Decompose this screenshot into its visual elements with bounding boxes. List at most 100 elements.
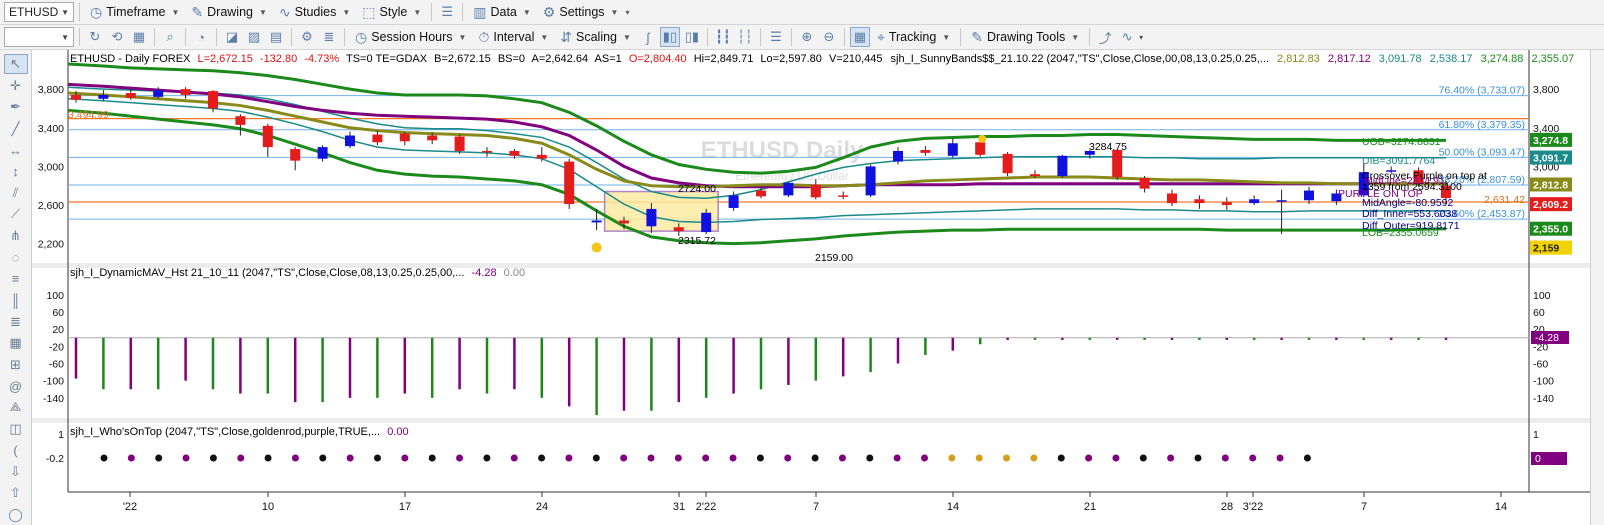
chart-icon[interactable]: ◪ bbox=[222, 27, 242, 47]
histogram-right-tick: -60 bbox=[1533, 359, 1548, 371]
volume-profile-icon[interactable]: ┇┇ bbox=[713, 27, 733, 47]
histogram-right-tick: -100 bbox=[1533, 376, 1554, 388]
horizontal-line-icon[interactable]: ↔ bbox=[4, 140, 28, 160]
bar-type-icon[interactable]: ┆┆ bbox=[735, 27, 755, 47]
session-hours-button[interactable]: ◷ Session Hours ▼ bbox=[350, 26, 471, 48]
pane-splitter[interactable] bbox=[32, 418, 1590, 423]
candle-body bbox=[262, 125, 273, 148]
gann-icon[interactable]: ⊞ bbox=[4, 354, 28, 374]
candle-body bbox=[701, 212, 712, 233]
box-icon[interactable]: ◫ bbox=[4, 419, 28, 439]
refresh-icon[interactable]: ↻ bbox=[85, 27, 105, 47]
candle-body bbox=[893, 150, 903, 162]
table-icon[interactable]: ▤ bbox=[266, 27, 286, 47]
list-icon[interactable]: ≣ bbox=[319, 27, 339, 47]
symbol-label: ETHUSD - Daily FOREX bbox=[70, 53, 191, 65]
tracking-button[interactable]: ⌖ Tracking ▼ bbox=[872, 26, 955, 48]
right-scroll-strip[interactable] bbox=[1590, 50, 1604, 525]
toolbar-overflow-icon[interactable]: ▾ bbox=[625, 8, 629, 17]
fib-extension-icon[interactable]: ≣ bbox=[4, 311, 28, 331]
vertical-bars-icon[interactable]: ║ bbox=[4, 290, 28, 310]
cycle-icon[interactable]: ⟲ bbox=[107, 27, 127, 47]
percent-change: -4.73% bbox=[304, 53, 339, 65]
main-toolbar: ETHUSD ▼ ◷ Timeframe ▼ ✎ Drawing ▼ ∿ Studies ▼ … bbox=[0, 0, 1604, 25]
cycle-icon[interactable]: ◌ bbox=[4, 247, 28, 267]
crosshair-grid-icon[interactable]: ▦ bbox=[849, 27, 870, 47]
ray-icon[interactable]: ⟋ bbox=[4, 204, 28, 224]
properties-icon[interactable]: ⚙ bbox=[297, 27, 317, 47]
interval-combo[interactable]: ▼ bbox=[4, 27, 74, 47]
pitchfork-icon[interactable]: ⋔ bbox=[4, 226, 28, 246]
date-tick-label: 14 bbox=[1495, 501, 1507, 513]
grid-icon[interactable]: ▦ bbox=[4, 333, 28, 353]
vertical-line-icon[interactable]: ↕ bbox=[4, 161, 28, 181]
layout-icon[interactable]: ☰ bbox=[766, 27, 786, 47]
candlestick-icon[interactable]: ▮▯ bbox=[659, 27, 680, 47]
spiral-icon[interactable]: @ bbox=[4, 376, 28, 396]
grid-icon[interactable]: ▦ bbox=[129, 27, 149, 47]
symbol-combo[interactable]: ETHUSD ▼ bbox=[4, 2, 74, 22]
crosshair-icon[interactable]: ✛ bbox=[4, 75, 28, 95]
indicator-icon[interactable]: ∿ bbox=[1117, 27, 1137, 47]
date-tick-label: 7 bbox=[813, 501, 819, 513]
fan-icon[interactable]: ⟁ bbox=[4, 397, 28, 417]
pencil-icon: ✎ bbox=[191, 3, 204, 20]
candle-body bbox=[838, 195, 849, 197]
metronome-icon: ⏱ bbox=[478, 28, 490, 45]
layout-icon[interactable]: ☰ bbox=[437, 2, 457, 22]
date-tick-label: 28 bbox=[1221, 501, 1233, 513]
toolbar-separator bbox=[462, 3, 464, 21]
up-arrow-icon[interactable]: ⇧ bbox=[4, 483, 28, 503]
wrench-icon[interactable]: ✒ bbox=[4, 97, 28, 117]
price-tag-text: 3,091.7 bbox=[1533, 153, 1568, 165]
image-icon[interactable]: ▨ bbox=[244, 27, 264, 47]
symbol-lookup-icon[interactable]: ⌕ bbox=[160, 27, 180, 47]
whos-on-top-dot bbox=[1167, 454, 1175, 462]
date-tick-label: 17 bbox=[399, 501, 411, 513]
whos-on-top-dot bbox=[592, 454, 600, 462]
channel-icon[interactable]: ⫽ bbox=[4, 183, 28, 203]
zoom-in-icon[interactable]: ⊕ bbox=[797, 27, 817, 47]
zoom-out-icon[interactable]: ⊖ bbox=[819, 27, 839, 47]
bar-chart-icon: ▥ bbox=[473, 3, 487, 20]
price-tag-text: 3,274.8 bbox=[1533, 135, 1568, 147]
studies-button[interactable]: ∿ Studies ▼ bbox=[274, 1, 355, 23]
settings-button[interactable]: ⚙ Settings ▼ bbox=[538, 1, 624, 23]
candle-body bbox=[1276, 200, 1287, 202]
toolbar-separator bbox=[154, 28, 155, 46]
speedometer-icon[interactable]: ◔ bbox=[191, 27, 211, 47]
add-chart-icon[interactable]: ⤴ bbox=[1095, 27, 1115, 47]
style-button[interactable]: ⬚ Style ▼ bbox=[357, 1, 426, 23]
scaling-button[interactable]: ⇵ Scaling ▼ bbox=[555, 26, 636, 48]
price-chart[interactable]: ETHUSD Daily Ethereum / US Dollar 76.40%… bbox=[32, 50, 1590, 525]
timeframe-button[interactable]: ◷ Timeframe ▼ bbox=[85, 1, 184, 23]
line-chart-icon[interactable]: ∫ bbox=[638, 27, 658, 47]
down-arrow-icon[interactable]: ⇩ bbox=[4, 462, 28, 482]
hollow-candle-icon[interactable]: ▯▮ bbox=[682, 27, 702, 47]
chevron-down-icon: ▼ bbox=[61, 7, 69, 17]
drawing-button[interactable]: ✎ Drawing ▼ bbox=[186, 1, 272, 23]
arc-icon[interactable]: ( bbox=[4, 440, 28, 460]
trendline-icon[interactable]: ╱ bbox=[4, 118, 28, 138]
fibonacci-icon[interactable]: ≡ bbox=[4, 269, 28, 289]
candle-body bbox=[1194, 199, 1205, 204]
cursor-icon[interactable]: ↖ bbox=[3, 54, 28, 75]
toolbar-separator bbox=[185, 28, 186, 46]
chevron-down-icon: ▼ bbox=[610, 7, 619, 17]
drawing-tools-button[interactable]: ✎ Drawing Tools ▼ bbox=[966, 26, 1084, 48]
candle-body bbox=[153, 90, 164, 97]
interval-button[interactable]: ⏱ Interval ▼ bbox=[473, 26, 553, 48]
toolbar-overflow-icon[interactable]: ▾ bbox=[1139, 33, 1143, 42]
study-value-purple: 2,817.12 bbox=[1328, 53, 1371, 65]
ask-label: A=2,642.64 bbox=[532, 53, 589, 65]
price-tag-text: 2,355.0 bbox=[1533, 224, 1568, 236]
date-tick-label: 7 bbox=[1361, 501, 1367, 513]
left-price-tick: 3,400 bbox=[38, 123, 64, 135]
toolbar-separator bbox=[759, 28, 761, 46]
candle-body bbox=[317, 147, 328, 159]
left-price-tick: 3,000 bbox=[38, 161, 64, 173]
data-button[interactable]: ▥ Data ▼ bbox=[468, 1, 536, 23]
ellipse-icon[interactable]: ◯ bbox=[4, 505, 28, 525]
candle-body bbox=[646, 208, 657, 227]
clock-icon: ◷ bbox=[90, 3, 103, 20]
